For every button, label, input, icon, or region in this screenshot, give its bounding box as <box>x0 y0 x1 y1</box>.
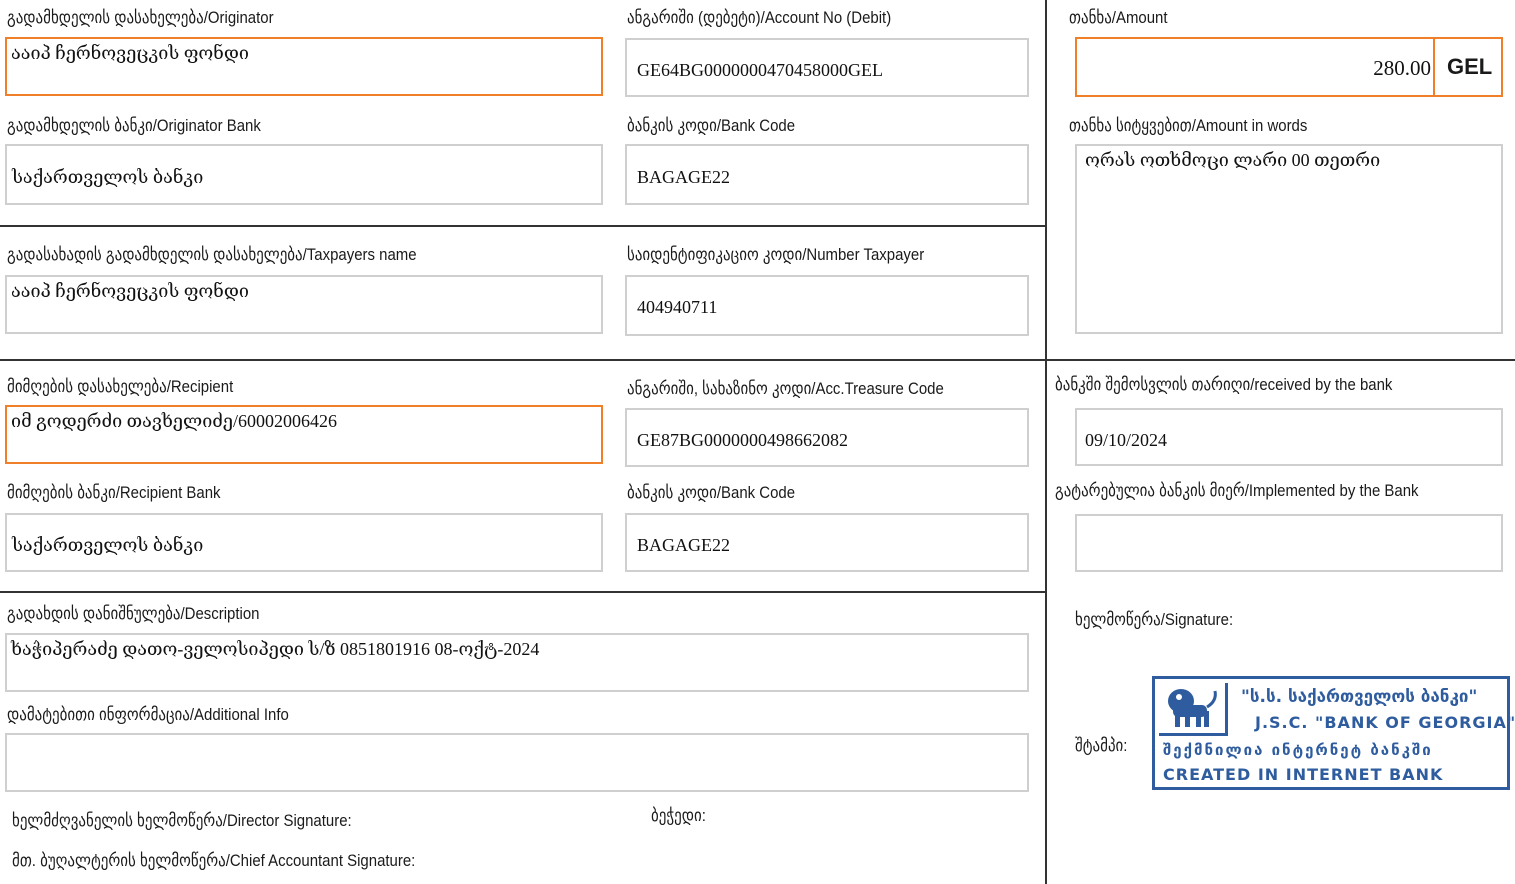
amount-words-value: ორას ოთხმოცი ლარი 00 თეთრი <box>1085 150 1381 170</box>
originator-bank-code-value: BAGAGE22 <box>637 167 730 187</box>
received-by-bank-value: 09/10/2024 <box>1085 430 1168 450</box>
seal-label: ბეჭედი: <box>651 806 706 825</box>
description-value: ხაჭიპერაძე დათო-ველოსიპედი ს/ზ 085180191… <box>11 639 540 659</box>
additional-info-label: დამატებითი ინფორმაცია/Additional Info <box>7 705 289 724</box>
received-by-bank-field[interactable]: 09/10/2024 <box>1075 408 1503 466</box>
originator-bank-code-label: ბანკის კოდი/Bank Code <box>627 116 796 135</box>
chief-accountant-signature-label: მთ. ბუღალტერის ხელმოწერა/Chief Accountan… <box>12 851 416 870</box>
treasury-code-label: ანგარიში, სახაზინო კოდი/Acc.Treasure Cod… <box>627 379 944 398</box>
treasury-code-field[interactable]: GE87BG0000000498662082 <box>625 408 1029 467</box>
stamp-line-3: შექმნილია ინტერნეტ ბანკში <box>1163 741 1433 759</box>
amount-words-label: თანხა სიტყვებით/Amount in words <box>1069 116 1308 135</box>
description-field[interactable]: ხაჭიპერაძე დათო-ველოსიპედი ს/ზ 085180191… <box>5 633 1029 692</box>
amount-label: თანხა/Amount <box>1069 8 1168 27</box>
section-divider-2 <box>0 359 1515 361</box>
recipient-bank-field[interactable]: საქართველოს ბანკი <box>5 513 603 572</box>
lion-logo-icon <box>1159 683 1228 736</box>
amount-words-field[interactable]: ორას ოთხმოცი ლარი 00 თეთრი <box>1075 144 1503 334</box>
stamp-line-2: J.S.C. "BANK OF GEORGIA" <box>1255 713 1515 732</box>
stamp-label: შტამპი: <box>1075 736 1128 755</box>
implemented-by-bank-field[interactable] <box>1075 514 1503 572</box>
recipient-bank-label: მიმღების ბანკი/Recipient Bank <box>7 483 221 502</box>
director-signature-label: ხელმძღვანელის ხელმოწერა/Director Signatu… <box>12 811 352 830</box>
implemented-by-bank-label: გატარებულია ბანკის მიერ/Implemented by t… <box>1055 481 1419 500</box>
signature-label: ხელმოწერა/Signature: <box>1075 610 1234 629</box>
originator-value: ააიპ ჩერნოვეცკის ფონდი <box>11 43 249 63</box>
recipient-bank-value: საქართველოს ბანკი <box>12 535 204 555</box>
recipient-bank-code-field[interactable]: BAGAGE22 <box>625 513 1029 572</box>
taxpayer-number-value: 404940711 <box>637 297 718 317</box>
treasury-code-value: GE87BG0000000498662082 <box>637 430 848 450</box>
stamp-line-1: "ს.ს. საქართველოს ბანკი" <box>1241 687 1478 707</box>
taxpayer-name-value: ააიპ ჩერნოვეცკის ფონდი <box>11 281 249 301</box>
section-divider-3 <box>0 591 1047 593</box>
taxpayer-name-field[interactable]: ააიპ ჩერნოვეცკის ფონდი <box>5 275 603 334</box>
received-by-bank-label: ბანკში შემოსვლის თარიღი/received by the … <box>1055 375 1393 394</box>
additional-info-field[interactable] <box>5 733 1029 792</box>
account-debit-label: ანგარიში (დებეტი)/Account No (Debit) <box>627 8 892 27</box>
stamp-line-4: CREATED IN INTERNET BANK <box>1163 765 1444 784</box>
recipient-field[interactable]: იმ გოდერძი თავხელიძე/60002006426 <box>5 405 603 464</box>
bank-stamp: "ს.ს. საქართველოს ბანკი" J.S.C. "BANK OF… <box>1152 676 1515 790</box>
currency-value: GEL <box>1447 54 1493 79</box>
column-divider <box>1045 0 1047 884</box>
taxpayer-name-label: გადასახადის გადამხდელის დასახელება/Taxpa… <box>7 245 417 264</box>
recipient-bank-code-value: BAGAGE22 <box>637 535 730 555</box>
originator-field[interactable]: ააიპ ჩერნოვეცკის ფონდი <box>5 37 603 96</box>
currency-divider <box>1433 39 1435 95</box>
originator-bank-value: საქართველოს ბანკი <box>12 167 204 187</box>
originator-bank-field[interactable]: საქართველოს ბანკი <box>5 144 603 205</box>
amount-value: 280.00 <box>1373 56 1431 80</box>
account-debit-value: GE64BG0000000470458000GEL <box>637 60 883 80</box>
amount-field[interactable]: 280.00 GEL <box>1075 37 1503 97</box>
originator-label: გადამხდელის დასახელება/Originator <box>7 8 274 27</box>
recipient-value: იმ გოდერძი თავხელიძე/60002006426 <box>11 411 337 431</box>
description-label: გადახდის დანიშნულება/Description <box>7 604 260 623</box>
originator-bank-label: გადამხდელის ბანკი/Originator Bank <box>7 116 261 135</box>
taxpayer-number-field[interactable]: 404940711 <box>625 275 1029 336</box>
recipient-bank-code-label: ბანკის კოდი/Bank Code <box>627 483 796 502</box>
section-divider-1 <box>0 225 1047 227</box>
taxpayer-number-label: საიდენტიფიკაციო კოდი/Number Taxpayer <box>627 245 925 264</box>
recipient-label: მიმღების დასახელება/Recipient <box>7 377 234 396</box>
originator-bank-code-field[interactable]: BAGAGE22 <box>625 144 1029 205</box>
account-debit-field[interactable]: GE64BG0000000470458000GEL <box>625 38 1029 97</box>
